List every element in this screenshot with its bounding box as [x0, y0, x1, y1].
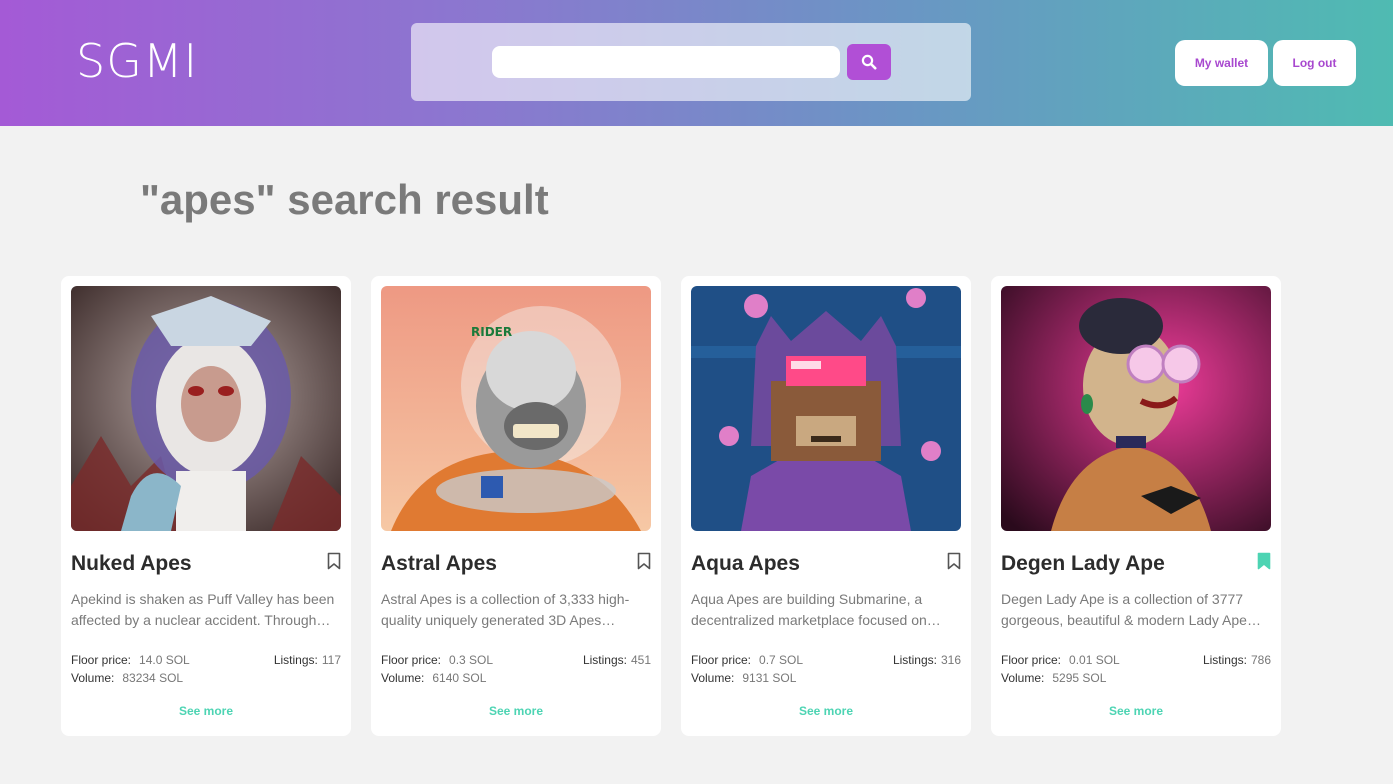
volume-row: Volume: 5295 SOL [1001, 671, 1271, 685]
listings-value: 786 [1250, 653, 1271, 667]
floor-price-value: 0.3 SOL [449, 653, 494, 667]
volume-label: Volume: [381, 671, 425, 685]
floor-price-value: 14.0 SOL [139, 653, 190, 667]
my-wallet-button[interactable]: My wallet [1175, 40, 1268, 86]
listings: Listings: 786 [1203, 653, 1271, 667]
volume-row: Volume: 83234 SOL [71, 671, 341, 685]
bookmark-outline-icon[interactable] [637, 552, 651, 570]
listings-value: 117 [321, 653, 341, 667]
collection-image[interactable] [1001, 286, 1271, 531]
volume-value: 6140 SOL [432, 671, 487, 685]
collection-name: Aqua Apes [691, 552, 800, 575]
volume-label: Volume: [1001, 671, 1045, 685]
listings-value: 316 [940, 653, 961, 667]
collection-card[interactable]: Degen Lady Ape Degen Lady Ape is a colle… [991, 276, 1281, 736]
floor-price-value: 0.7 SOL [759, 653, 804, 667]
see-more-link[interactable]: See more [371, 704, 661, 718]
log-out-button[interactable]: Log out [1273, 40, 1356, 86]
floor-price-label: Floor price: [381, 653, 442, 667]
see-more-link[interactable]: See more [991, 704, 1281, 718]
listings-label: Listings: [1202, 653, 1247, 667]
listings: Listings: 117 [274, 653, 341, 667]
listings-label: Listings: [273, 653, 318, 667]
search-button[interactable] [847, 44, 891, 80]
floor-price-label: Floor price: [71, 653, 132, 667]
bookmark-outline-icon[interactable] [327, 552, 341, 570]
listings: Listings: 451 [583, 653, 651, 667]
floor-price-label: Floor price: [691, 653, 752, 667]
volume-label: Volume: [691, 671, 735, 685]
page-title: "apes" search result [140, 176, 549, 223]
listings: Listings: 316 [893, 653, 961, 667]
collection-name: Astral Apes [381, 552, 497, 575]
collection-image[interactable]: RIDER [381, 286, 651, 531]
collection-card[interactable]: Aqua Apes Aqua Apes are building Submari… [681, 276, 971, 736]
search-icon [861, 54, 877, 70]
collection-card[interactable]: RIDER Astral Apes Astral Apes is a colle… [371, 276, 661, 736]
collection-name: Nuked Apes [71, 552, 192, 575]
logo[interactable]: SGMI [76, 34, 198, 88]
collection-description: Aqua Apes are building Submarine, a dece… [691, 591, 941, 628]
volume-value: 83234 SOL [122, 671, 184, 685]
volume-label: Volume: [71, 671, 115, 685]
collection-card[interactable]: Nuked Apes Apekind is shaken as Puff Val… [61, 276, 351, 736]
listings-label: Listings: [892, 653, 937, 667]
top-header: SGMI My wallet Log out [0, 0, 1393, 126]
volume-row: Volume: 6140 SOL [381, 671, 651, 685]
search-input[interactable] [492, 46, 840, 78]
bookmark-outline-icon[interactable] [947, 552, 961, 570]
floor-price-row: Floor price: 14.0 SOL Listings: 117 [71, 653, 341, 667]
floor-price-label: Floor price: [1001, 653, 1062, 667]
floor-price-row: Floor price: 0.7 SOL Listings: 316 [691, 653, 961, 667]
svg-text:RIDER: RIDER [471, 325, 512, 339]
bookmark-filled-icon[interactable] [1257, 552, 1271, 570]
listings-value: 451 [630, 653, 651, 667]
collection-image[interactable] [71, 286, 341, 531]
floor-price-row: Floor price: 0.01 SOL Listings: 786 [1001, 653, 1271, 667]
collection-name: Degen Lady Ape [1001, 552, 1165, 575]
volume-value: 9131 SOL [742, 671, 797, 685]
collection-description: Degen Lady Ape is a collection of 3777 g… [1001, 591, 1261, 628]
floor-price-row: Floor price: 0.3 SOL Listings: 451 [381, 653, 651, 667]
collection-description: Astral Apes is a collection of 3,333 hig… [381, 591, 630, 628]
collection-image[interactable] [691, 286, 961, 531]
collection-description: Apekind is shaken as Puff Valley has bee… [71, 591, 335, 628]
see-more-link[interactable]: See more [61, 704, 351, 718]
see-more-link[interactable]: See more [681, 704, 971, 718]
search-panel [411, 23, 971, 101]
floor-price-value: 0.01 SOL [1069, 653, 1120, 667]
listings-label: Listings: [582, 653, 627, 667]
volume-value: 5295 SOL [1052, 671, 1107, 685]
volume-row: Volume: 9131 SOL [691, 671, 961, 685]
